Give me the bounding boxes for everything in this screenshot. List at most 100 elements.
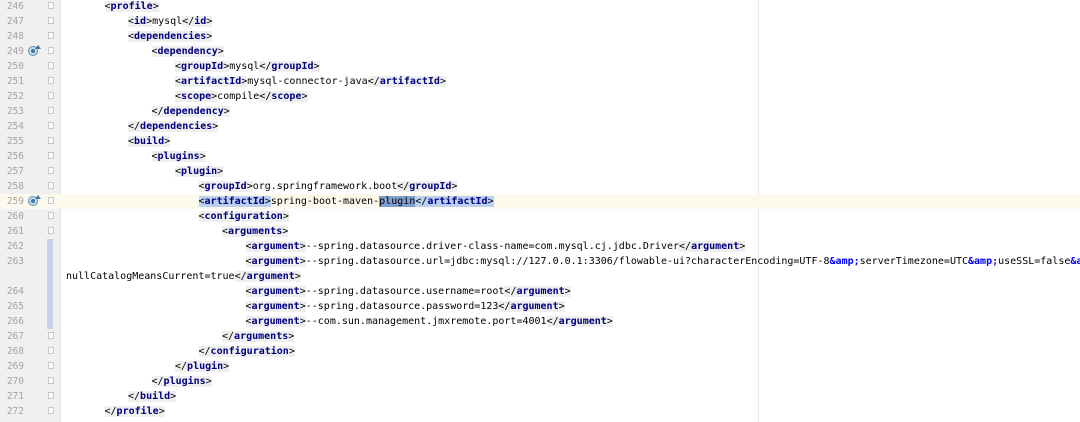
code-line[interactable]: 251 <artifactId>mysql-connector-java</art…	[0, 74, 1080, 89]
fold-marker-icon[interactable]	[48, 362, 54, 369]
code-editor[interactable]: 246 <profile> 247 <id>mysql</id> 248 <depende…	[0, 0, 1080, 422]
fold-marker-icon[interactable]	[48, 332, 54, 339]
fold-marker-icon[interactable]	[48, 77, 54, 84]
line-number[interactable]: 261	[0, 224, 24, 239]
vcs-change-marker[interactable]	[47, 239, 53, 254]
code-line[interactable]: 257 <plugin>	[0, 164, 1080, 179]
xml-tag-name: dependency	[157, 46, 218, 57]
vcs-change-marker[interactable]	[47, 254, 53, 269]
line-number[interactable]: 248	[0, 29, 24, 44]
fold-marker-icon[interactable]	[48, 152, 54, 159]
code-line[interactable]: 262 <argument>--spring.datasource.driver-…	[0, 239, 1080, 254]
code-line[interactable]: 255 <build>	[0, 134, 1080, 149]
line-number[interactable]: 267	[0, 329, 24, 344]
line-number[interactable]: 254	[0, 119, 24, 134]
code-token: </	[222, 331, 235, 342]
line-number[interactable]: 262	[0, 239, 24, 254]
code-line[interactable]: 250 <groupId>mysql</groupId>	[0, 59, 1080, 74]
fold-marker-icon[interactable]	[48, 32, 54, 39]
code-line[interactable]: 253 </dependency>	[0, 104, 1080, 119]
fold-marker-icon[interactable]	[48, 392, 54, 399]
fold-marker-icon[interactable]	[48, 47, 54, 54]
fold-marker-icon[interactable]	[48, 377, 54, 384]
fold-marker-icon[interactable]	[48, 62, 54, 69]
code-token: <	[151, 151, 158, 162]
line-number[interactable]: 247	[0, 14, 24, 29]
code-line[interactable]: 268 </configuration>	[0, 344, 1080, 359]
code-token: </	[397, 181, 410, 192]
line-number[interactable]: 259	[0, 194, 24, 209]
code-line[interactable]: 271 </build>	[0, 389, 1080, 404]
code-line[interactable]: 272 </profile>	[0, 404, 1080, 419]
line-number[interactable]: 260	[0, 209, 24, 224]
line-number[interactable]: 266	[0, 314, 24, 329]
code-token: >	[288, 331, 295, 342]
line-number[interactable]: 264	[0, 284, 24, 299]
code-line[interactable]: 246 <profile>	[0, 0, 1080, 14]
line-number[interactable]: 265	[0, 299, 24, 314]
code-line[interactable]: 264 <argument>--spring.datasource.usernam…	[0, 284, 1080, 299]
vcs-change-marker[interactable]	[47, 314, 53, 329]
fold-marker-icon[interactable]	[48, 212, 54, 219]
line-number[interactable]: 249	[0, 44, 24, 59]
code-line[interactable]: 270 </plugins>	[0, 374, 1080, 389]
vcs-change-marker[interactable]	[47, 299, 53, 314]
code-line[interactable]: 258 <groupId>org.springframework.boot</gr…	[0, 179, 1080, 194]
fold-marker-icon[interactable]	[48, 227, 54, 234]
code-line[interactable]: 265 <argument>--spring.datasource.passwor…	[0, 299, 1080, 314]
code-line[interactable]: 248 <dependencies>	[0, 29, 1080, 44]
line-number[interactable]: 271	[0, 389, 24, 404]
fold-marker-icon[interactable]	[48, 2, 54, 9]
line-number[interactable]: 250	[0, 59, 24, 74]
fold-marker-icon[interactable]	[48, 122, 54, 129]
code-token: </	[498, 301, 511, 312]
line-number[interactable]: 253	[0, 104, 24, 119]
code-line[interactable]: 261 <arguments>	[0, 224, 1080, 239]
code-token: >	[294, 271, 301, 282]
line-number[interactable]: 256	[0, 149, 24, 164]
code-token: >	[282, 226, 289, 237]
line-number[interactable]: 257	[0, 164, 24, 179]
fold-marker-icon[interactable]	[48, 167, 54, 174]
code-line[interactable]: 267 </arguments>	[0, 329, 1080, 344]
code-line[interactable]: 249 <dependency>	[0, 44, 1080, 59]
code-line[interactable]: 256 <plugins>	[0, 149, 1080, 164]
code-token: --spring.datasource.username=root	[305, 286, 505, 297]
line-number[interactable]: 263	[0, 254, 24, 269]
line-number[interactable]: 246	[0, 0, 24, 14]
fold-marker-icon[interactable]	[48, 107, 54, 114]
code-token: </	[128, 391, 141, 402]
code-token: >	[487, 196, 494, 207]
vcs-change-marker[interactable]	[47, 284, 53, 299]
line-number[interactable]: 252	[0, 89, 24, 104]
line-number[interactable]: 270	[0, 374, 24, 389]
fold-marker-icon[interactable]	[48, 197, 54, 204]
code-line[interactable]: 254 </dependencies>	[0, 119, 1080, 134]
code-token: >	[152, 1, 159, 12]
line-number[interactable]: 251	[0, 74, 24, 89]
line-number[interactable]: 255	[0, 134, 24, 149]
fold-marker-icon[interactable]	[48, 92, 54, 99]
override-marker-icon[interactable]	[28, 195, 41, 206]
code-line[interactable]: 259 <artifactId>spring-boot-maven-plugin<…	[0, 194, 1080, 209]
line-number[interactable]: 269	[0, 359, 24, 374]
fold-marker-icon[interactable]	[48, 347, 54, 354]
vcs-change-marker[interactable]	[47, 269, 53, 284]
code-line[interactable]: 252 <scope>compile</scope>	[0, 89, 1080, 104]
code-line[interactable]: nullCatalogMeansCurrent=true</argument>	[0, 269, 1080, 284]
override-marker-icon[interactable]	[28, 45, 41, 56]
code-line[interactable]: 266 <argument>--com.sun.management.jmxrem…	[0, 314, 1080, 329]
code-line[interactable]: 260 <configuration>	[0, 209, 1080, 224]
fold-marker-icon[interactable]	[48, 137, 54, 144]
code-token: </	[259, 61, 272, 72]
fold-marker-icon[interactable]	[48, 17, 54, 24]
line-number[interactable]: 272	[0, 404, 24, 419]
code-text: <argument>--com.sun.management.jmxremote…	[245, 314, 613, 329]
code-line[interactable]: 247 <id>mysql</id>	[0, 14, 1080, 29]
line-number[interactable]: 268	[0, 344, 24, 359]
fold-marker-icon[interactable]	[48, 407, 54, 414]
code-line[interactable]: 263 <argument>--spring.datasource.url=jdb…	[0, 254, 1080, 269]
line-number[interactable]: 258	[0, 179, 24, 194]
code-line[interactable]: 269 </plugin>	[0, 359, 1080, 374]
fold-marker-icon[interactable]	[48, 182, 54, 189]
